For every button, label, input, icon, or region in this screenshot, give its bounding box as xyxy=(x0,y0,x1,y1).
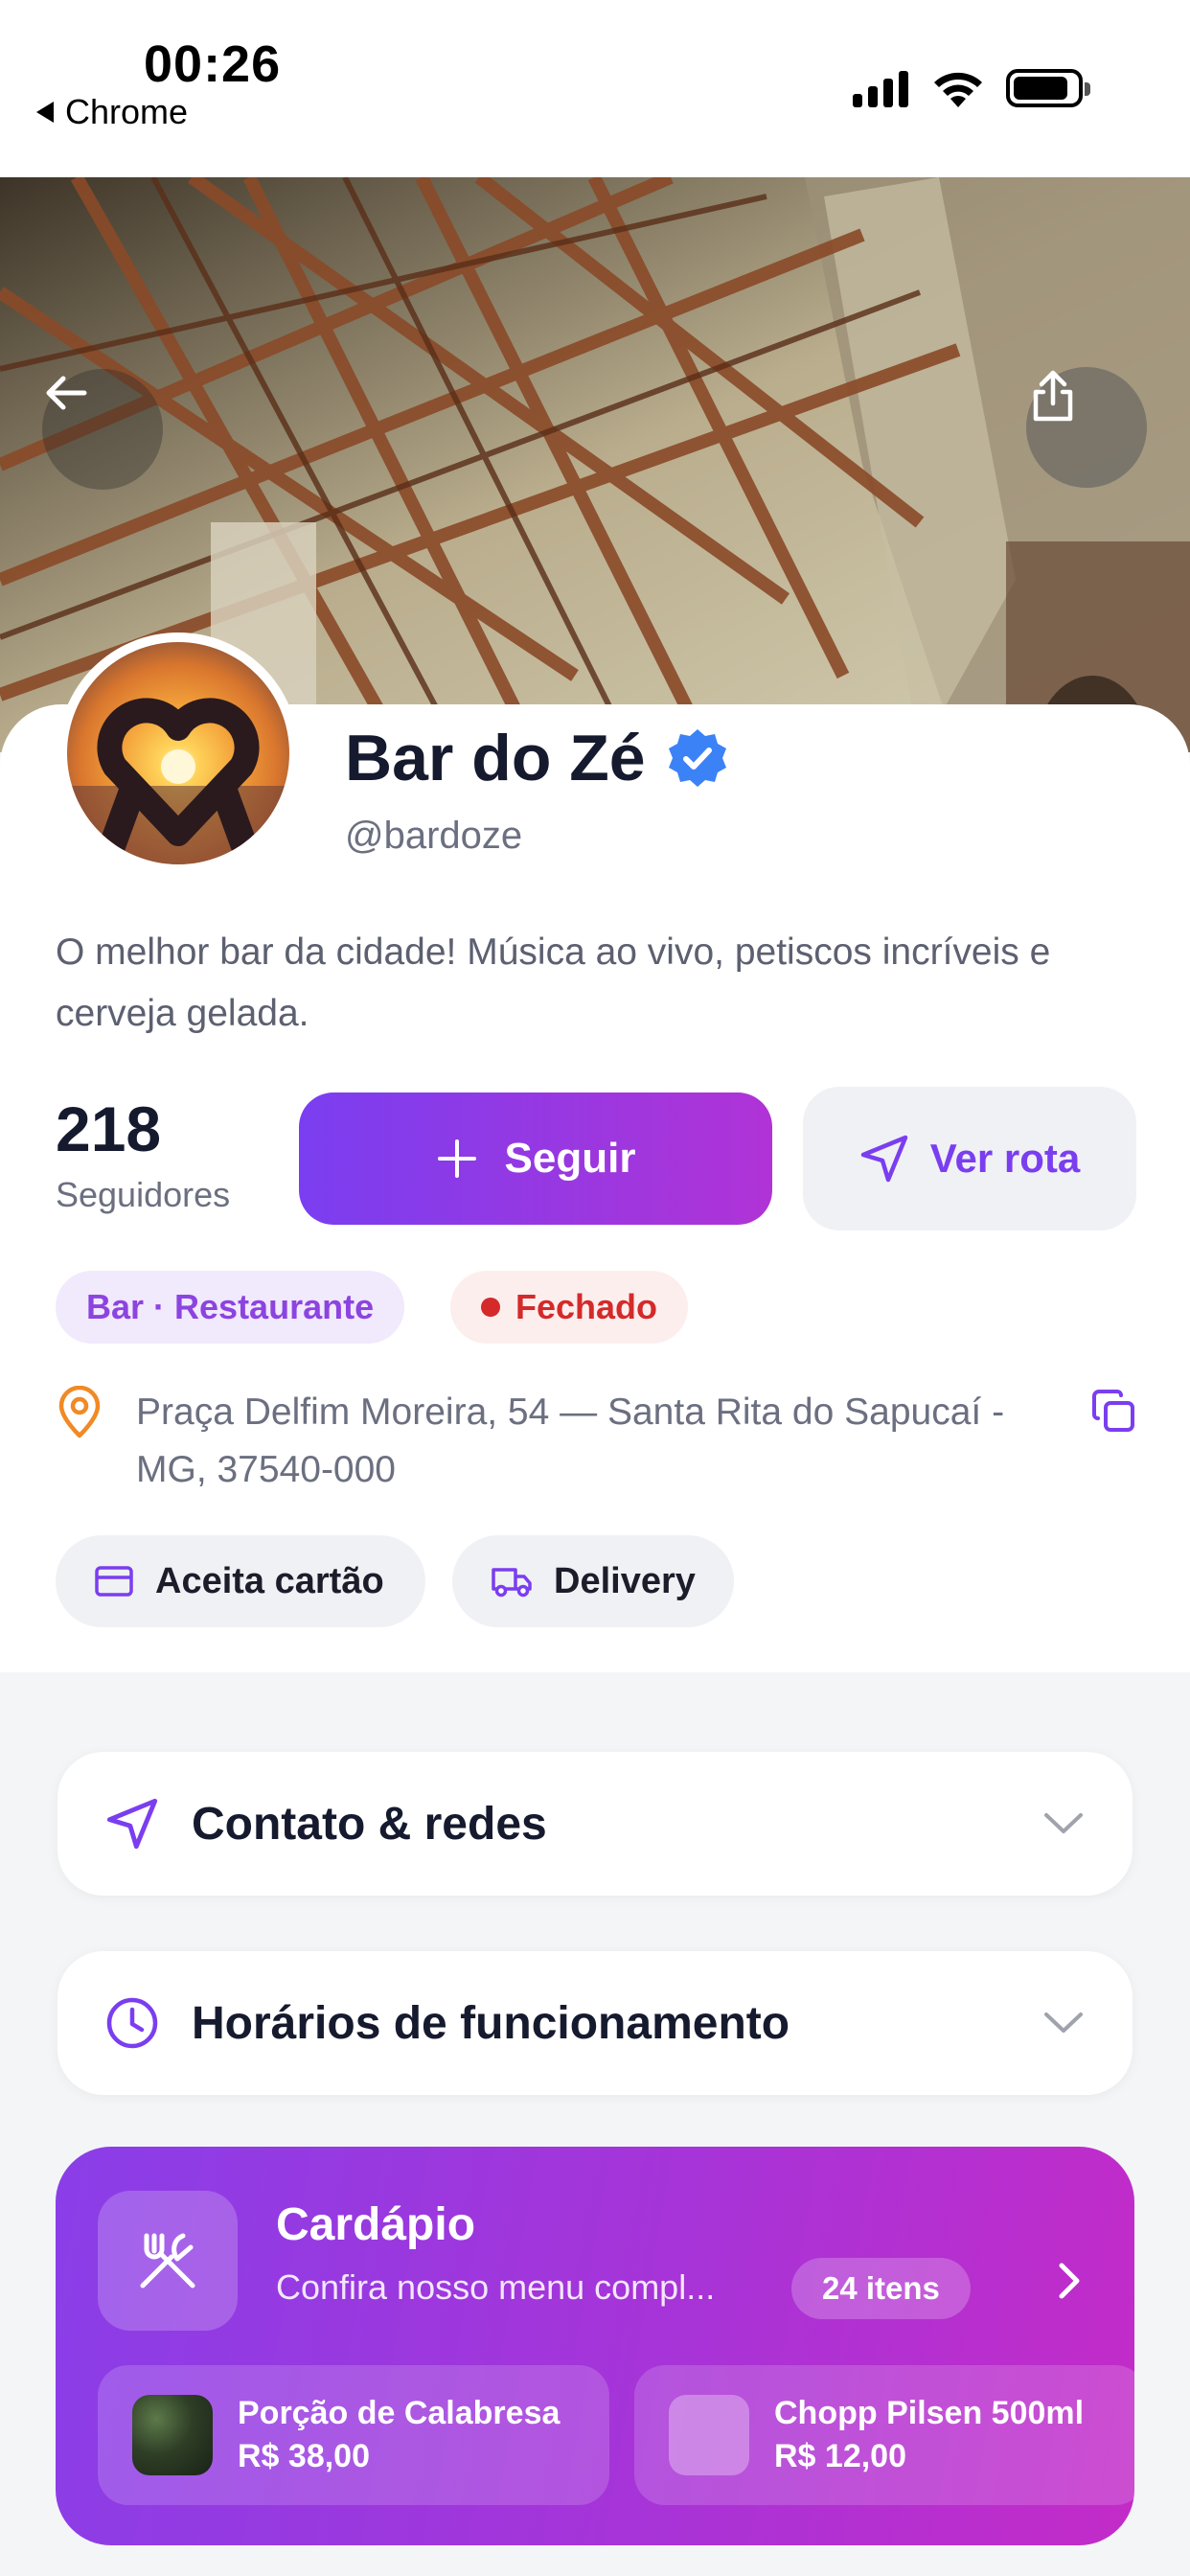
back-app-label: Chrome xyxy=(65,92,189,131)
menu-item-price: R$ 38,00 xyxy=(238,2438,370,2474)
back-button[interactable] xyxy=(42,369,163,490)
hours-accordion-label: Horários de funcionamento xyxy=(192,1997,790,2049)
fork-knife-icon xyxy=(140,2233,195,2288)
back-triangle-icon xyxy=(36,102,54,123)
menu-item-name: Chopp Pilsen 500ml xyxy=(774,2395,1085,2431)
avatar xyxy=(57,632,299,874)
feature-delivery: Delivery xyxy=(452,1535,734,1627)
share-button[interactable] xyxy=(1026,367,1147,488)
copy-icon[interactable] xyxy=(1090,1388,1136,1434)
menu-item-card[interactable]: Chopp Pilsen 500ml R$ 12,00 xyxy=(634,2365,1134,2505)
cellular-signal-icon xyxy=(853,69,908,107)
chevron-right-icon xyxy=(1059,2263,1080,2299)
navigation-arrow-icon xyxy=(106,1798,158,1850)
feature-accepts-card: Aceita cartão xyxy=(56,1535,425,1627)
map-pin-icon xyxy=(58,1386,101,1438)
menu-item-thumbnail xyxy=(132,2395,213,2475)
menu-item-price: R$ 12,00 xyxy=(774,2438,906,2474)
battery-icon xyxy=(1006,69,1090,107)
arrow-left-icon xyxy=(46,376,87,410)
feature-label: Aceita cartão xyxy=(155,1560,384,1601)
hours-accordion[interactable]: Horários de funcionamento xyxy=(57,1951,1133,2095)
route-button[interactable]: Ver rota xyxy=(803,1087,1136,1230)
contact-accordion-label: Contato & redes xyxy=(192,1798,547,1850)
menu-item-thumbnail xyxy=(669,2395,749,2475)
truck-icon xyxy=(492,1568,532,1598)
menu-item-card[interactable]: Porção de Calabresa R$ 38,00 xyxy=(98,2365,609,2505)
avatar-image xyxy=(67,642,289,864)
business-handle: @bardoze xyxy=(345,815,523,857)
follow-button-label: Seguir xyxy=(504,1135,636,1182)
menu-subtitle: Confira nosso menu compl... xyxy=(276,2267,716,2307)
menu-title: Cardápio xyxy=(276,2199,476,2250)
contact-accordion[interactable]: Contato & redes xyxy=(57,1752,1133,1896)
chevron-down-icon xyxy=(1044,1813,1083,1833)
business-address: Praça Delfim Moreira, 54 — Santa Rita do… xyxy=(136,1392,1005,1490)
verified-badge-icon xyxy=(668,729,726,787)
route-button-label: Ver rota xyxy=(929,1136,1081,1181)
chevron-down-icon xyxy=(1044,2012,1083,2033)
wifi-icon xyxy=(934,72,982,107)
feature-label: Delivery xyxy=(554,1560,696,1601)
back-to-app-link[interactable]: Chrome xyxy=(36,92,188,132)
credit-card-icon xyxy=(95,1566,133,1597)
menu-item-name: Porção de Calabresa xyxy=(238,2395,561,2431)
status-time: 00:26 xyxy=(144,35,282,93)
followers-label: Seguidores xyxy=(56,1175,231,1214)
business-bio: O melhor bar da cidade! Música ao vivo, … xyxy=(56,932,1051,1034)
menu-items-carousel[interactable]: Porção de Calabresa R$ 38,00 Chopp Pilse… xyxy=(98,2365,1134,2507)
business-name: Bar do Zé xyxy=(345,721,728,795)
menu-item-count-badge: 24 itens xyxy=(791,2258,971,2319)
status-badge: Fechado xyxy=(450,1271,689,1344)
plus-icon xyxy=(437,1139,476,1178)
status-text: Fechado xyxy=(515,1287,658,1326)
share-icon xyxy=(1033,370,1073,422)
clock-icon xyxy=(106,1997,158,2049)
menu-icon-box xyxy=(98,2191,238,2331)
followers-count: 218 xyxy=(56,1093,162,1164)
navigation-arrow-icon xyxy=(860,1135,908,1183)
category-chip: Bar · Restaurante xyxy=(56,1271,405,1344)
menu-card[interactable]: Cardápio Confira nosso menu compl... 24 … xyxy=(56,2147,1134,2545)
follow-button[interactable]: Seguir xyxy=(299,1092,772,1225)
business-name-text: Bar do Zé xyxy=(345,722,646,794)
status-bar: 00:26 Chrome xyxy=(0,0,1190,177)
status-dot-icon xyxy=(481,1298,500,1317)
